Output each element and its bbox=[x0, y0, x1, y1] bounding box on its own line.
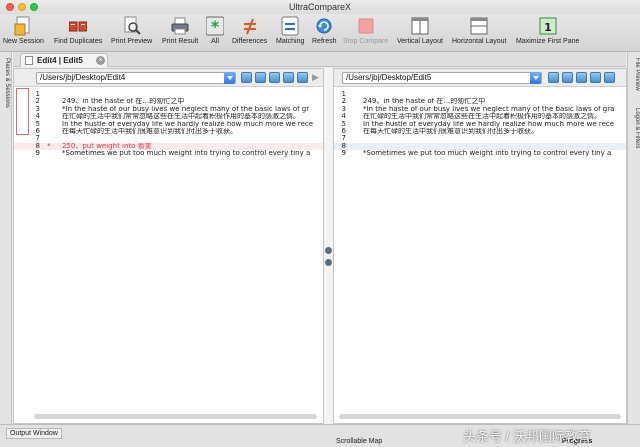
left-line-6: 6 在每天忙碌的生活中我们很难意识到我们付出多于收获。 bbox=[35, 127, 237, 135]
horizontal-layout-button[interactable]: Horizontal Layout bbox=[452, 16, 506, 45]
equal-icon bbox=[281, 16, 299, 36]
refresh-icon bbox=[316, 18, 332, 34]
stop-compare-button[interactable]: Stop Compare bbox=[343, 16, 388, 45]
document-icon bbox=[25, 56, 33, 65]
left-line-1: 1 bbox=[35, 90, 40, 98]
refresh-button[interactable]: Refresh bbox=[312, 16, 337, 45]
edit-file-icon[interactable] bbox=[604, 72, 615, 83]
right-line-4: 4 在忙碌的生活中我们常常忽略这些在生活中起着积极作用的基本的感激之情。 bbox=[341, 112, 601, 121]
chevron-down-icon[interactable] bbox=[530, 72, 541, 84]
right-line-2: 2 249、in the haste of 在…的匆忙之中 bbox=[341, 97, 486, 106]
print-preview-button[interactable]: Print Preview bbox=[111, 16, 152, 45]
find-duplicates-icon bbox=[69, 21, 88, 32]
stop-icon bbox=[358, 18, 374, 34]
left-editor[interactable]: 1 2 249、in the haste of 在…的匆忙之中 3 *In th… bbox=[14, 88, 323, 404]
left-line-7: 7 bbox=[35, 134, 40, 143]
title-bar: UltraCompareX bbox=[0, 0, 640, 14]
open-folder-icon[interactable] bbox=[255, 72, 266, 83]
left-path-field[interactable]: /Users/jbj/Desktop/Edit4 bbox=[36, 72, 236, 84]
print-result-button[interactable]: Print Result bbox=[162, 16, 198, 45]
left-compare-pane: /Users/jbj/Desktop/Edit4 ▶ 1 2 249、in th… bbox=[13, 68, 324, 424]
next-difference-icon[interactable] bbox=[325, 259, 332, 266]
output-window-tab[interactable]: Output Window bbox=[6, 428, 62, 439]
window-title: UltraCompareX bbox=[288, 2, 352, 12]
close-tab-icon[interactable]: × bbox=[96, 56, 105, 65]
session-tab-bar: Edit4 | Edit5 × bbox=[13, 52, 626, 67]
places-sessions-label: Places & Sessions bbox=[4, 58, 10, 108]
reload-file-icon[interactable] bbox=[283, 72, 294, 83]
left-line-9: 9 *Sometimes we put too much weight into… bbox=[35, 149, 311, 158]
right-line-9: 9 *Sometimes we put too much weight into… bbox=[341, 149, 612, 158]
pane-splitter[interactable] bbox=[324, 68, 333, 424]
right-line-3: 3 *In the haste of our busy lives we neg… bbox=[341, 104, 615, 113]
all-asterisk-icon: * bbox=[206, 16, 224, 36]
save-file-icon[interactable] bbox=[269, 72, 280, 83]
watermark-text: 头条号 / 沃邦国际教育 bbox=[463, 429, 591, 444]
right-horizontal-scrollbar[interactable] bbox=[339, 414, 621, 419]
left-line-5: 5 In the hustle of everyday life we hard… bbox=[35, 119, 314, 128]
scrollable-map-label[interactable]: Scrollable Map bbox=[336, 438, 382, 445]
left-line-2: 2 249、in the haste of 在…的匆忙之中 bbox=[35, 97, 185, 106]
file-preview-tab[interactable]: File Preview bbox=[634, 58, 640, 91]
places-sessions-panel-toggle[interactable]: Places & Sessions bbox=[0, 52, 12, 424]
maximize-first-pane-button[interactable]: 1 Maximize First Pane bbox=[516, 16, 579, 45]
left-horizontal-scrollbar[interactable] bbox=[34, 414, 317, 419]
vertical-layout-button[interactable]: Vertical Layout bbox=[397, 16, 443, 45]
close-window-button[interactable] bbox=[6, 3, 14, 11]
logon-filters-tab[interactable]: Logon & Filters bbox=[634, 108, 640, 148]
left-line-8-changed: 8 * 250、put weight into 看重 bbox=[14, 141, 323, 151]
right-line-8-empty: 8 bbox=[334, 142, 626, 151]
right-line-5: 5 In the hustle of everyday life we hard… bbox=[341, 119, 615, 128]
edit-file-icon[interactable] bbox=[297, 72, 308, 83]
right-editor[interactable]: 1 2 249、in the haste of 在…的匆忙之中 3 *In th… bbox=[334, 88, 626, 404]
open-file-icon[interactable] bbox=[548, 72, 559, 83]
open-file-icon[interactable] bbox=[241, 72, 252, 83]
bottom-status-bar: Output Window Scrollable Map Progress 头条… bbox=[0, 424, 640, 447]
right-line-6: 6 在每天忙碌的生活中我们很难意识到我们付出多于收获。 bbox=[341, 127, 538, 135]
horizontal-layout-icon bbox=[470, 17, 488, 35]
tab-edit4-edit5[interactable]: Edit4 | Edit5 × bbox=[20, 53, 108, 67]
right-compare-pane: /Users/jbj/Desktop/Edit5 1 2 249、in the … bbox=[333, 68, 627, 424]
new-session-icon bbox=[14, 16, 30, 36]
differences-button[interactable]: Differences bbox=[232, 16, 267, 45]
svg-text:*: * bbox=[211, 17, 220, 36]
app-window: UltraCompareX New Session Find Duplicate… bbox=[0, 0, 640, 447]
new-session-button[interactable]: New Session bbox=[3, 16, 44, 45]
not-equal-icon bbox=[243, 18, 256, 35]
right-path-bar: /Users/jbj/Desktop/Edit5 bbox=[334, 69, 626, 87]
difference-asterisk: * bbox=[47, 141, 51, 150]
maximize-pane-icon: 1 bbox=[539, 17, 557, 35]
window-controls bbox=[6, 3, 38, 11]
save-file-icon[interactable] bbox=[576, 72, 587, 83]
matching-button[interactable]: Matching bbox=[276, 16, 304, 45]
left-path-bar: /Users/jbj/Desktop/Edit4 ▶ bbox=[14, 69, 323, 87]
left-line-3: 3 *In the haste of our busy lives we neg… bbox=[35, 104, 310, 113]
print-preview-icon bbox=[124, 16, 141, 35]
find-duplicates-button[interactable]: Find Duplicates bbox=[54, 16, 102, 45]
open-folder-icon[interactable] bbox=[562, 72, 573, 83]
reload-file-icon[interactable] bbox=[590, 72, 601, 83]
vertical-layout-icon bbox=[411, 17, 429, 35]
main-toolbar: New Session Find Duplicates Print Previe… bbox=[0, 14, 640, 52]
play-arrow-icon[interactable]: ▶ bbox=[312, 72, 323, 83]
minimize-window-button[interactable] bbox=[18, 3, 26, 11]
left-line-4: 4 在忙碌的生活中我们常常忽略这些在生活中起着积极作用的基本的感激之情。 bbox=[35, 112, 300, 121]
svg-text:1: 1 bbox=[544, 21, 552, 34]
right-path-field[interactable]: /Users/jbj/Desktop/Edit5 bbox=[342, 72, 542, 84]
tab-label: Edit4 | Edit5 bbox=[37, 56, 83, 65]
printer-icon bbox=[171, 17, 189, 35]
right-panel-toggles: File Preview Logon & Filters bbox=[627, 52, 640, 424]
chevron-down-icon[interactable] bbox=[224, 72, 235, 84]
zoom-window-button[interactable] bbox=[30, 3, 38, 11]
right-line-1: 1 bbox=[341, 90, 346, 98]
right-line-7: 7 bbox=[341, 134, 346, 143]
previous-difference-icon[interactable] bbox=[325, 247, 332, 254]
show-all-button[interactable]: * All bbox=[206, 16, 224, 45]
